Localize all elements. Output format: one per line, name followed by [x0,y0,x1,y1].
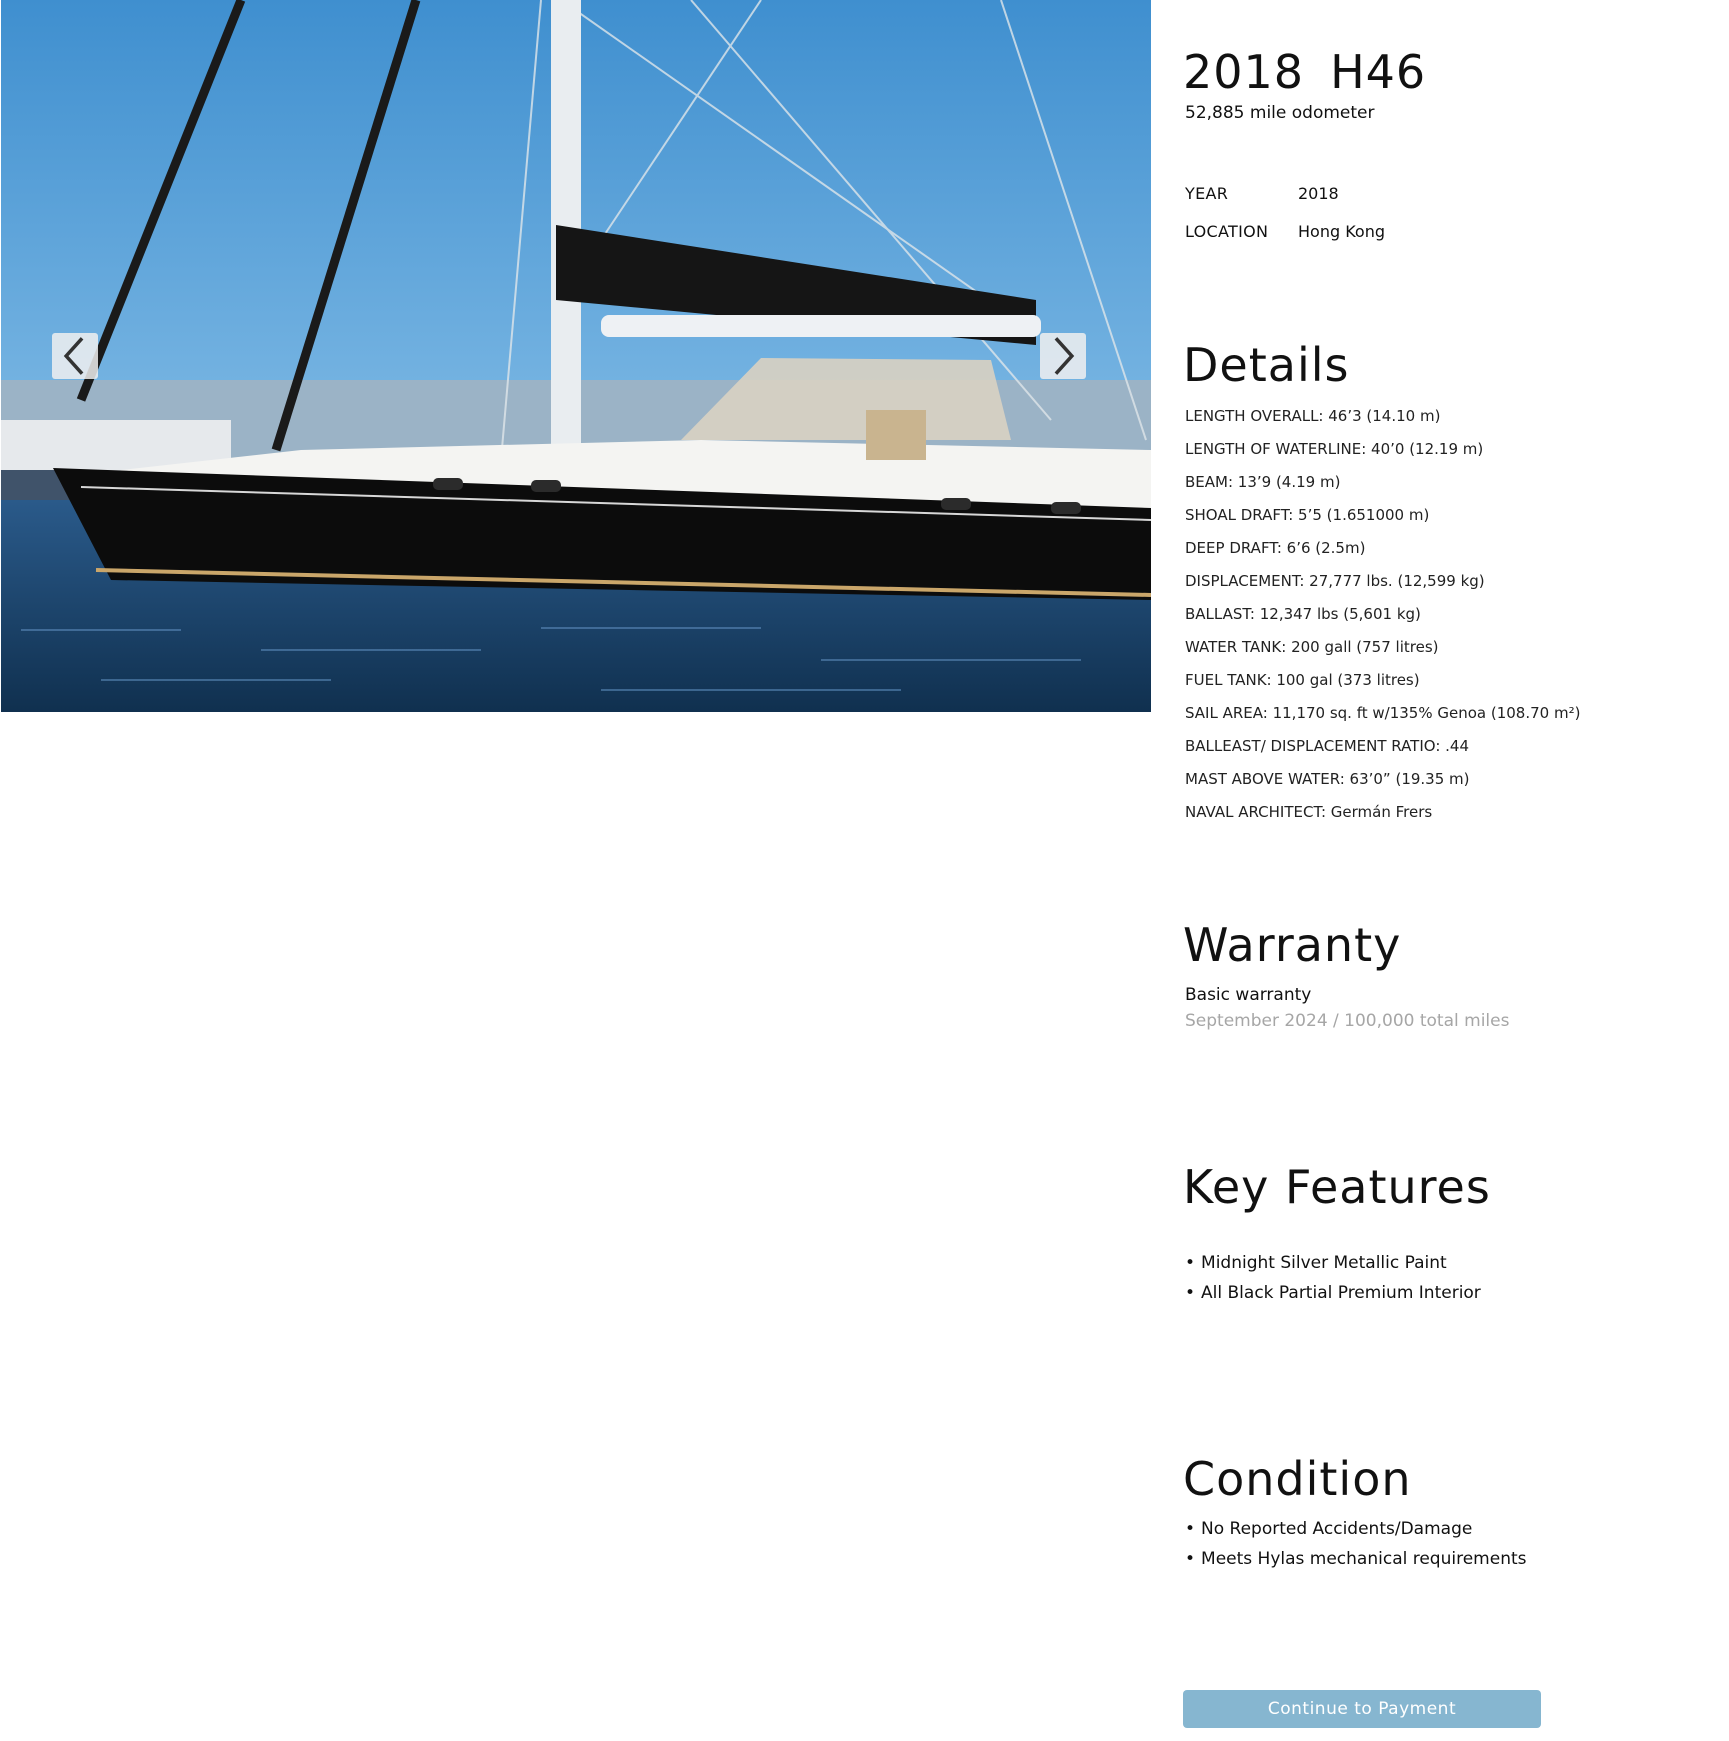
odometer-text: 52,885 mile odometer [1185,103,1375,123]
sailboat-photo [1,0,1151,712]
detail-item: NAVAL ARCHITECT: Germán Frers [1185,803,1433,821]
listing-model: H46 [1330,45,1427,99]
chevron-left-icon [63,337,84,375]
condition-list: No Reported Accidents/Damage Meets Hylas… [1185,1519,1527,1579]
detail-item: SAIL AREA: 11,170 sq. ft w/135% Genoa (1… [1185,704,1581,722]
spec-value: Hong Kong [1298,222,1385,241]
continue-to-payment-button[interactable]: Continue to Payment [1183,1690,1541,1728]
detail-item: BALLEAST/ DISPLACEMENT RATIO: .44 [1185,737,1469,755]
spec-label: YEAR [1185,184,1229,203]
condition-heading: Condition [1183,1452,1412,1506]
feature-item: Midnight Silver Metallic Paint [1185,1253,1481,1283]
detail-item: FUEL TANK: 100 gal (373 litres) [1185,671,1420,689]
listing-title: 2018 H46 [1183,45,1426,99]
spec-row-year: YEAR 2018 [1185,184,1339,203]
details-list: LENGTH OVERALL: 46’3 (14.10 m) LENGTH OF… [1185,406,1580,835]
next-photo-button[interactable] [1040,333,1086,379]
detail-item: DISPLACEMENT: 27,777 lbs. (12,599 kg) [1185,572,1485,590]
listing-year: 2018 [1183,45,1305,99]
previous-photo-button[interactable] [52,333,98,379]
detail-item: MAST ABOVE WATER: 63’0” (19.35 m) [1185,770,1470,788]
detail-item: BEAM: 13’9 (4.19 m) [1185,473,1341,491]
photo-carousel [1,0,1151,712]
chevron-right-icon [1054,337,1075,375]
warranty-term: September 2024 / 100,000 total miles [1185,1011,1510,1031]
detail-item: LENGTH OF WATERLINE: 40’0 (12.19 m) [1185,440,1484,458]
detail-item: LENGTH OVERALL: 46’3 (14.10 m) [1185,407,1441,425]
warranty-heading: Warranty [1183,918,1402,972]
detail-item: SHOAL DRAFT: 5’5 (1.651000 m) [1185,506,1430,524]
condition-item: Meets Hylas mechanical requirements [1185,1549,1526,1579]
spec-value: 2018 [1298,184,1339,203]
details-heading: Details [1183,338,1350,392]
key-features-list: Midnight Silver Metallic Paint All Black… [1185,1253,1481,1313]
condition-item: No Reported Accidents/Damage [1185,1519,1527,1549]
detail-item: DEEP DRAFT: 6’6 (2.5m) [1185,539,1366,557]
spec-row-location: LOCATION Hong Kong [1185,222,1385,241]
key-features-heading: Key Features [1183,1160,1491,1214]
detail-item: BALLAST: 12,347 lbs (5,601 kg) [1185,605,1421,623]
spec-label: LOCATION [1185,222,1269,241]
detail-item: WATER TANK: 200 gall (757 litres) [1185,638,1439,656]
feature-item: All Black Partial Premium Interior [1185,1283,1481,1313]
warranty-type: Basic warranty [1185,985,1312,1005]
